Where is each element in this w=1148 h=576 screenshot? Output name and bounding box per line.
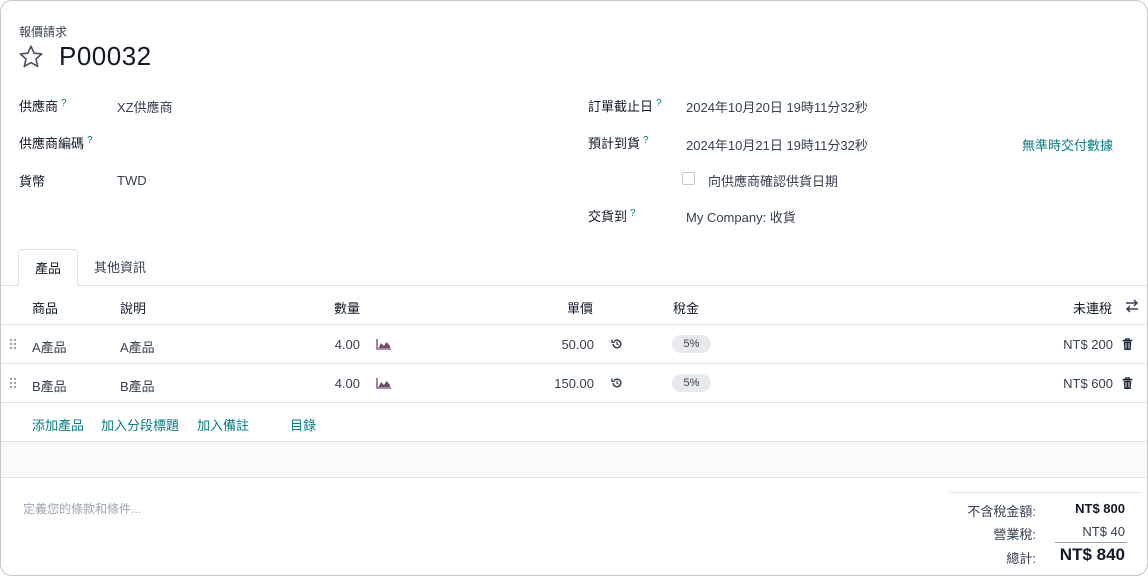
empty-row-band bbox=[1, 442, 1147, 478]
table-row[interactable]: A產品 A產品 4.00 50.00 5% NT$ 200 bbox=[1, 325, 1147, 364]
line-description[interactable]: B產品 bbox=[120, 376, 155, 395]
help-icon[interactable]: ? bbox=[643, 135, 649, 146]
untaxed-amount-label: 不含稅金額: bbox=[967, 504, 1036, 519]
total-value: NT$ 840 bbox=[1059, 545, 1125, 564]
line-product[interactable]: B產品 bbox=[32, 376, 67, 395]
total-divider bbox=[1055, 542, 1127, 543]
tab-products[interactable]: 產品 bbox=[18, 249, 78, 286]
add-product-link[interactable]: 添加產品 bbox=[32, 415, 84, 434]
line-description[interactable]: A產品 bbox=[120, 337, 155, 356]
swap-arrows-icon[interactable] bbox=[1124, 299, 1140, 313]
history-icon[interactable] bbox=[611, 338, 623, 350]
tax-badge[interactable]: 5% bbox=[672, 374, 711, 392]
help-icon[interactable]: ? bbox=[61, 98, 67, 109]
area-chart-icon[interactable] bbox=[376, 377, 392, 389]
line-unit-price[interactable]: 50.00 bbox=[501, 337, 594, 352]
line-subtotal: NT$ 600 bbox=[1063, 376, 1113, 391]
vendor-field[interactable]: XZ供應商 bbox=[117, 97, 173, 116]
order-deadline-label: 訂單截止日? bbox=[588, 97, 662, 114]
column-unit-price[interactable]: 單價 bbox=[567, 298, 593, 317]
line-quantity[interactable]: 4.00 bbox=[301, 337, 360, 352]
trash-icon[interactable] bbox=[1122, 338, 1133, 351]
tax-amount-value: NT$ 40 bbox=[1082, 524, 1125, 539]
confirm-receipt-checkbox[interactable] bbox=[682, 172, 695, 185]
line-unit-price[interactable]: 150.00 bbox=[501, 376, 594, 391]
expected-arrival-field[interactable]: 2024年10月21日 19時11分32秒 bbox=[686, 135, 868, 154]
record-name: P00032 bbox=[59, 41, 152, 71]
expected-arrival-label: 預計到貨? bbox=[588, 134, 649, 151]
help-icon[interactable]: ? bbox=[87, 135, 93, 146]
tab-other-info[interactable]: 其他資訊 bbox=[83, 249, 157, 286]
terms-conditions-field[interactable]: 定義您的條款和條件... bbox=[23, 500, 141, 517]
history-icon[interactable] bbox=[611, 377, 623, 389]
help-icon[interactable]: ? bbox=[656, 98, 662, 109]
on-time-delivery-link[interactable]: 無準時交付數據 bbox=[1022, 135, 1113, 154]
total-label: 總計: bbox=[1006, 551, 1036, 566]
confirm-receipt-label: 向供應商確認供貨日期 bbox=[708, 174, 839, 189]
tax-amount-label: 營業稅: bbox=[993, 527, 1036, 542]
vendor-reference-label: 供應商編碼? bbox=[19, 134, 93, 151]
area-chart-icon[interactable] bbox=[376, 338, 392, 350]
help-icon[interactable]: ? bbox=[630, 208, 636, 219]
document-type-label: 報價請求 bbox=[19, 25, 68, 39]
tax-badge[interactable]: 5% bbox=[672, 335, 711, 353]
drag-handle-icon[interactable] bbox=[9, 377, 17, 389]
totals-divider bbox=[949, 492, 1141, 493]
column-product[interactable]: 商品 bbox=[32, 298, 58, 317]
table-row[interactable]: B產品 B產品 4.00 150.00 5% NT$ 600 bbox=[1, 364, 1147, 403]
add-section-link[interactable]: 加入分段標題 bbox=[101, 415, 179, 434]
line-product[interactable]: A產品 bbox=[32, 337, 67, 356]
star-outline-icon[interactable] bbox=[17, 43, 45, 71]
currency-field[interactable]: TWD bbox=[117, 173, 147, 188]
trash-icon[interactable] bbox=[1122, 377, 1133, 390]
column-description[interactable]: 說明 bbox=[120, 298, 146, 317]
vendor-reference-field[interactable] bbox=[117, 134, 417, 150]
add-line-bar: 添加產品 加入分段標題 加入備註 目錄 bbox=[1, 404, 1147, 442]
deliver-to-label: 交貨到? bbox=[588, 207, 636, 224]
column-subtotal[interactable]: 未連稅 bbox=[1073, 298, 1112, 317]
deliver-to-field[interactable]: My Company: 收貨 bbox=[686, 207, 796, 226]
currency-label: 貨幣 bbox=[19, 174, 46, 189]
catalog-link[interactable]: 目錄 bbox=[290, 415, 316, 434]
add-note-link[interactable]: 加入備註 bbox=[197, 415, 249, 434]
column-taxes[interactable]: 稅金 bbox=[673, 298, 699, 317]
column-quantity[interactable]: 數量 bbox=[334, 298, 360, 317]
vendor-label: 供應商? bbox=[19, 97, 67, 114]
order-deadline-field[interactable]: 2024年10月20日 19時11分32秒 bbox=[686, 97, 868, 116]
line-subtotal: NT$ 200 bbox=[1063, 337, 1113, 352]
order-lines-header: 商品 說明 數量 單價 稅金 未連稅 bbox=[1, 287, 1147, 325]
drag-handle-icon[interactable] bbox=[9, 338, 17, 350]
line-quantity[interactable]: 4.00 bbox=[301, 376, 360, 391]
notebook-tabs: 產品 其他資訊 bbox=[1, 249, 1147, 286]
purchase-rfq-form: 報價請求 P00032 供應商? XZ供應商 供應商編碼? 貨幣 TWD 訂單截… bbox=[0, 0, 1148, 576]
untaxed-amount-value: NT$ 800 bbox=[1075, 501, 1125, 516]
